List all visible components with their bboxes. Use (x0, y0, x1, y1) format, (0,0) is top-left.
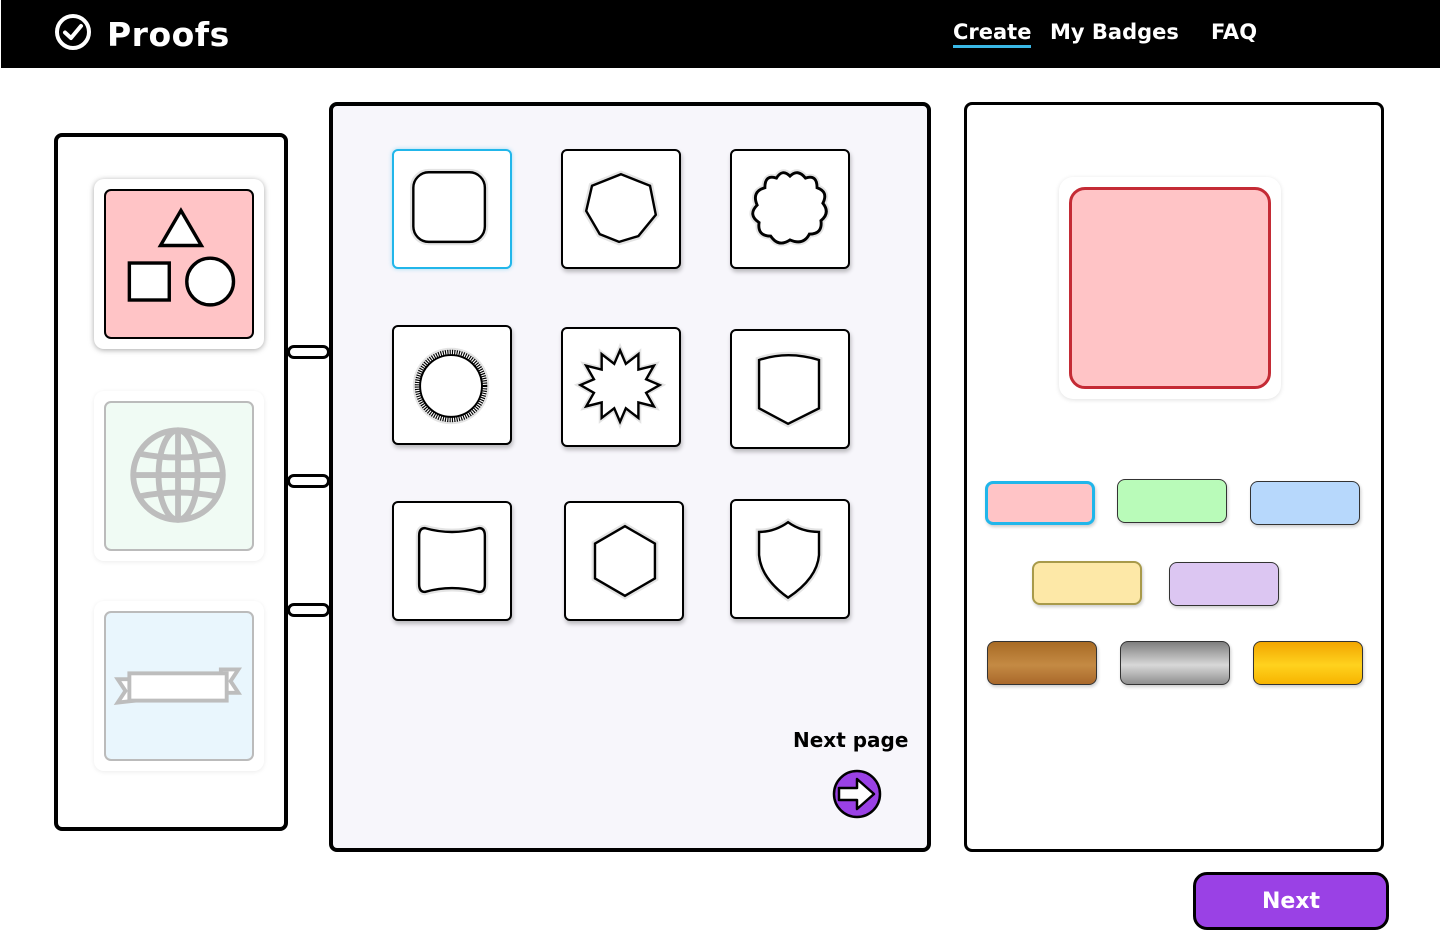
shape-shield[interactable] (730, 499, 850, 619)
shapes-icon (104, 189, 254, 339)
nav-my-badges[interactable]: My Badges (1050, 20, 1179, 44)
shape-pointed-shield[interactable] (730, 329, 850, 449)
rail-connector (287, 345, 330, 359)
nav-create[interactable]: Create (953, 20, 1032, 48)
color-swatch-yellow[interactable] (1032, 561, 1142, 605)
arrow-right-icon (832, 769, 882, 819)
globe-icon (104, 401, 254, 551)
color-swatch-lavender[interactable] (1169, 562, 1279, 606)
color-swatch-pink[interactable] (985, 481, 1095, 525)
next-page-label: Next page (793, 728, 909, 752)
shape-heptagon[interactable] (561, 149, 681, 269)
check-circle-icon (53, 12, 93, 56)
badge-preview (1059, 177, 1281, 399)
shape-rounded-square[interactable] (392, 149, 512, 269)
category-globe[interactable] (94, 391, 264, 561)
rail-connector (287, 474, 330, 488)
shape-picker-panel: Next page (329, 102, 931, 852)
nav-faq[interactable]: FAQ (1211, 20, 1257, 44)
shape-hexagon[interactable] (564, 501, 684, 621)
shape-bracket-label[interactable] (392, 501, 512, 621)
shape-starburst[interactable] (561, 327, 681, 447)
category-rail (54, 133, 288, 831)
shape-scalloped-flower[interactable] (730, 149, 850, 269)
category-shapes[interactable] (94, 179, 264, 349)
color-swatch-bronze[interactable] (987, 641, 1097, 685)
badge-preview-shape (1069, 187, 1271, 389)
color-swatch-silver[interactable] (1120, 641, 1230, 685)
shape-serrated-circle[interactable] (392, 325, 512, 445)
category-ribbon[interactable] (94, 601, 264, 771)
next-button[interactable]: Next (1193, 872, 1389, 930)
top-navigation-bar: Proofs Create My Badges FAQ (1, 0, 1440, 68)
color-swatch-blue[interactable] (1250, 481, 1360, 525)
next-page-button[interactable] (831, 768, 883, 820)
brand-name: Proofs (107, 14, 230, 54)
brand-logo[interactable]: Proofs (53, 14, 230, 54)
ribbon-icon (104, 611, 254, 761)
color-swatch-gold[interactable] (1253, 641, 1363, 685)
color-swatch-green[interactable] (1117, 479, 1227, 523)
rail-connector (287, 603, 330, 617)
preview-panel (964, 102, 1384, 852)
